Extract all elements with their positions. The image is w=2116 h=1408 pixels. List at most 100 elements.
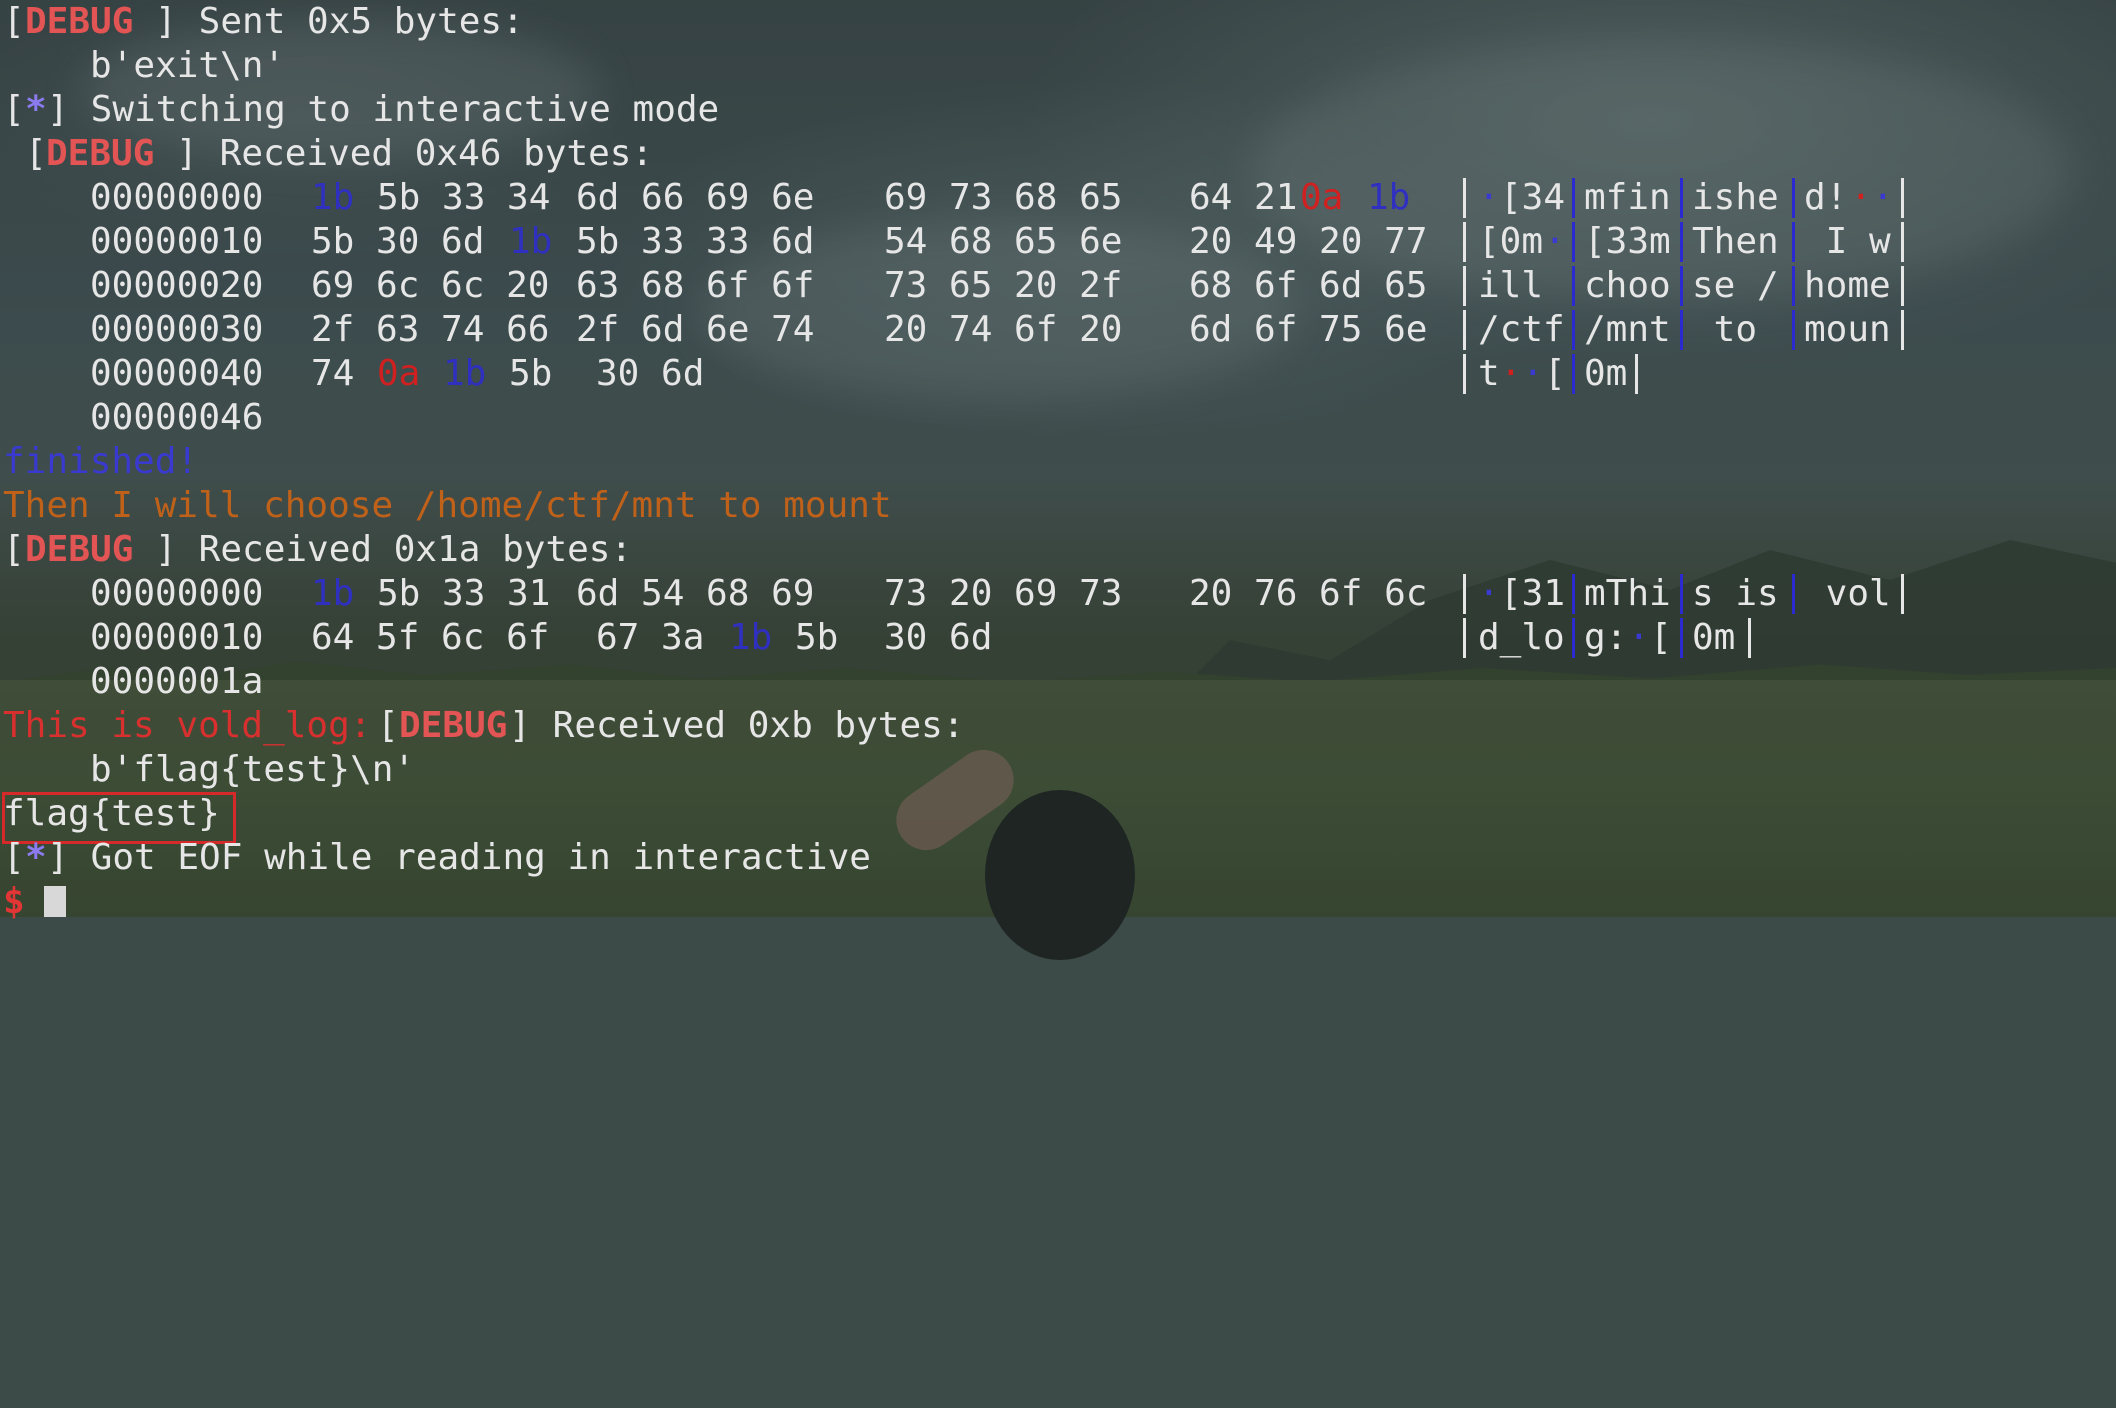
ascii-separator — [1901, 266, 1904, 306]
ascii-text: to — [1692, 309, 1779, 350]
ascii-text: d! — [1804, 177, 1848, 218]
hex-escape-byte: 1b — [509, 221, 553, 262]
hex-bytes: 30 6d — [596, 353, 705, 394]
ascii-text: [0m — [1478, 221, 1544, 262]
flag-bytes: b'flag{test}\n' — [90, 749, 416, 790]
hex-bytes: 2f 6d 6e 74 — [576, 309, 815, 350]
ascii-separator — [1572, 178, 1575, 218]
ascii-text: Then — [1692, 221, 1779, 262]
ascii-newline-dot: · — [1850, 177, 1872, 218]
ascii-text: vol — [1804, 573, 1891, 614]
mount-text: Then I will choose /home/ctf/mnt to moun… — [3, 485, 892, 526]
hex-bytes: 64 21 — [1189, 177, 1298, 218]
bracket: ] — [155, 1, 177, 42]
hex-offset: 00000040 — [90, 353, 264, 394]
ascii-separator — [1635, 354, 1638, 394]
vold-log-text: This is vold_log: — [3, 705, 372, 746]
hex-offset: 00000000 — [90, 573, 264, 614]
hex-bytes: 20 74 6f 20 — [884, 309, 1123, 350]
ascii-separator — [1901, 178, 1904, 218]
hex-offset: 00000020 — [90, 265, 264, 306]
debug-received-line: [ DEBUG ] Received 0x46 bytes: — [0, 132, 653, 176]
bracket: [ — [377, 705, 399, 746]
ascii-text: [33m — [1584, 221, 1671, 262]
ascii-separator — [1792, 178, 1795, 218]
ascii-text: g: — [1584, 617, 1628, 658]
ascii-text: /mnt — [1584, 309, 1671, 350]
hex-bytes: 6d 6f 75 6e — [1189, 309, 1428, 350]
ascii-text: I w — [1804, 221, 1891, 262]
ascii-text: [34 — [1500, 177, 1566, 218]
ascii-text: /ctf — [1478, 309, 1565, 350]
hex-escape-byte: 1b — [729, 617, 773, 658]
hexdump-row: 00000000 1b 5b 33 31 6d 54 68 69 73 20 6… — [0, 572, 1904, 616]
hex-offset: 00000000 — [90, 177, 264, 218]
hexdump-row: 00000040 74 0a 1b 5b 30 6d t · · [ 0m — [0, 352, 1638, 396]
ascii-separator — [1572, 354, 1575, 394]
hex-escape-byte: 1b — [443, 353, 487, 394]
hex-bytes: 63 68 6f 6f — [576, 265, 815, 306]
terminal-window[interactable]: [ DEBUG ] Sent 0x5 bytes: b'exit\n' [ * … — [0, 0, 2116, 922]
ascii-separator — [1680, 178, 1683, 218]
eof-line: [ * ] Got EOF while reading in interacti… — [0, 836, 871, 880]
vold-log-line: This is vold_log: [ DEBUG ] Received 0xb… — [0, 704, 964, 748]
ascii-text: t — [1478, 353, 1500, 394]
ascii-separator — [1463, 266, 1466, 306]
hexdump-row: 00000010 5b 30 6d 1b 5b 33 33 6d 54 68 6… — [0, 220, 1904, 264]
hex-bytes: 5b 33 33 6d — [576, 221, 815, 262]
ascii-separator — [1680, 574, 1683, 614]
debug-sent-line: [ DEBUG ] Sent 0x5 bytes: — [0, 0, 524, 44]
hex-bytes: 54 68 65 6e — [884, 221, 1123, 262]
hex-bytes: 20 76 6f 6c — [1189, 573, 1428, 614]
hex-bytes: 6d 66 69 6e — [576, 177, 815, 218]
ascii-separator — [1792, 310, 1795, 350]
hex-bytes: 68 6f 6d 65 — [1189, 265, 1428, 306]
finished-output: finished! — [0, 440, 198, 484]
debug-message: Received 0xb bytes: — [531, 705, 965, 746]
ascii-separator — [1901, 310, 1904, 350]
info-star: * — [25, 89, 47, 130]
bracket: [ — [3, 529, 25, 570]
ascii-text: [ — [1544, 353, 1566, 394]
hex-bytes: 67 3a — [596, 617, 705, 658]
ascii-text: d_lo — [1478, 617, 1565, 658]
ascii-escape-dot: · — [1522, 353, 1544, 394]
hex-offset: 00000030 — [90, 309, 264, 350]
ascii-separator — [1680, 310, 1683, 350]
ascii-separator — [1901, 222, 1904, 262]
ascii-separator — [1680, 222, 1683, 262]
hexdump-row: 00000000 1b 5b 33 34 6d 66 69 6e 69 73 6… — [0, 176, 1904, 220]
ascii-text: s is — [1692, 573, 1779, 614]
hex-bytes: 69 6c 6c 20 — [311, 265, 550, 306]
hex-bytes: 2f 63 74 66 — [311, 309, 550, 350]
hex-bytes: 5b 30 6d — [311, 221, 485, 262]
hex-bytes: 64 5f 6c 6f — [311, 617, 550, 658]
ascii-text: 0m — [1692, 617, 1736, 658]
hex-bytes: 73 20 69 73 — [884, 573, 1123, 614]
bracket: [ — [3, 1, 25, 42]
ascii-separator — [1463, 310, 1466, 350]
hex-bytes: 73 65 20 2f — [884, 265, 1123, 306]
hex-bytes: 5b — [509, 353, 553, 394]
mount-output: Then I will choose /home/ctf/mnt to moun… — [0, 484, 892, 528]
hex-bytes: 69 73 68 65 — [884, 177, 1123, 218]
ascii-separator — [1572, 310, 1575, 350]
interactive-mode-line: [ * ] Switching to interactive mode — [0, 88, 719, 132]
ascii-escape-dot: · — [1872, 177, 1894, 218]
ascii-text: [ — [1650, 617, 1672, 658]
text-cursor[interactable] — [44, 886, 66, 917]
hex-newline-byte: 0a — [377, 353, 421, 394]
finished-text: finished! — [3, 441, 199, 482]
bracket: ] — [176, 133, 198, 174]
hex-bytes: 5b — [795, 617, 839, 658]
ascii-text: [31 — [1500, 573, 1566, 614]
info-message: Got EOF while reading in interactive — [69, 837, 871, 878]
hexdump-end-line: 00000046 — [0, 396, 263, 440]
hexdump-row: 00000010 64 5f 6c 6f 67 3a 1b 5b 30 6d d… — [0, 616, 1751, 660]
hex-offset: 00000010 — [90, 221, 264, 262]
sent-bytes-line: b'exit\n' — [0, 44, 285, 88]
hex-escape-byte: 1b — [311, 573, 355, 614]
debug-tag: DEBUG — [399, 705, 508, 746]
hex-bytes: 5b 33 34 — [377, 177, 551, 218]
hex-offset: 00000046 — [90, 397, 264, 438]
